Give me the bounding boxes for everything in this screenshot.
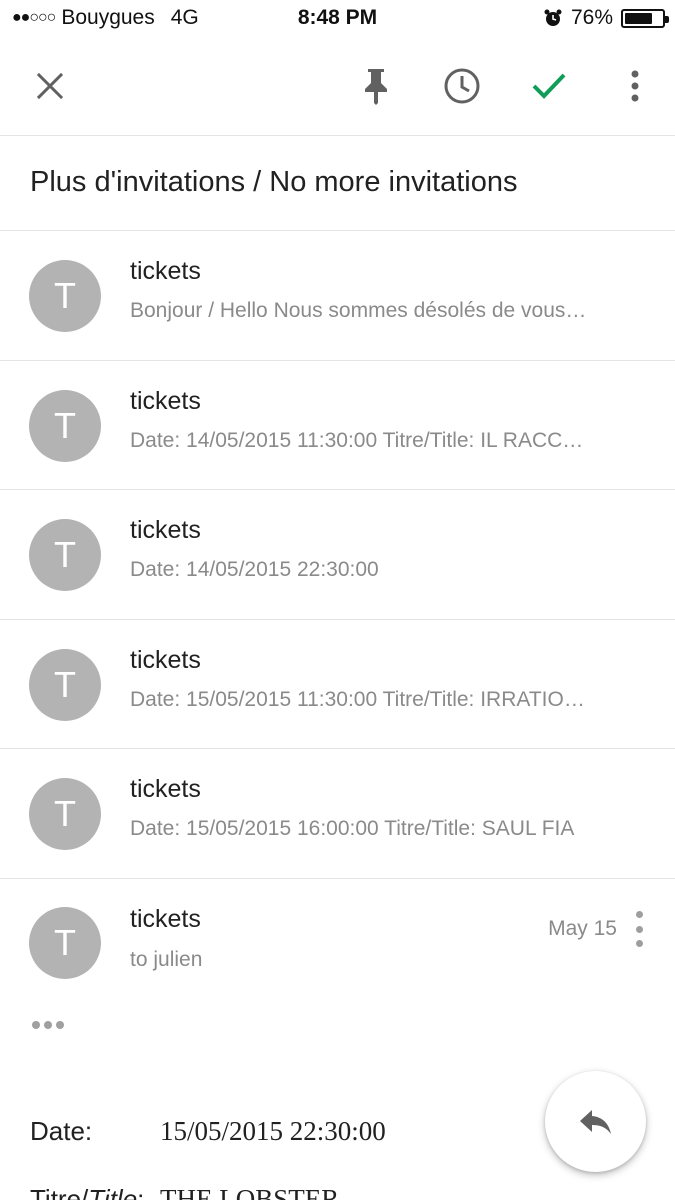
message-snippet: Bonjour / Hello Nous sommes désolés de v… [130,299,587,322]
battery-fill [625,12,653,24]
close-icon [36,72,64,100]
alarm-clock-icon [544,9,562,26]
message-snippet: Date: 15/05/2015 11:30:00 Titre/Title: I… [130,687,585,711]
recipient-details[interactable]: to julien [130,948,202,972]
reply-button[interactable] [545,1071,646,1172]
message-item[interactable]: T tickets Date: 14/05/2015 22:30:00 [0,490,675,620]
clock-icon [444,68,480,104]
battery-percent: 76% [570,6,613,29]
pin-button[interactable] [352,62,400,110]
show-trimmed-content-button[interactable] [32,1021,64,1029]
avatar: T [29,778,101,851]
avatar: T [29,389,101,462]
body-title-label: Titre/Title: [30,1184,145,1200]
body-date-line: Date: 15/05/2015 22:30:00 [30,1116,386,1147]
avatar: T [29,260,101,332]
message-item[interactable]: T tickets Date: 15/05/2015 11:30:00 Titr… [0,620,675,750]
snooze-button[interactable] [438,62,486,110]
message-item[interactable]: T tickets Bonjour / Hello Nous sommes dé… [0,231,675,361]
avatar: T [29,519,101,592]
message-sender: tickets [130,516,201,545]
message-snippet: Date: 15/05/2015 16:00:00 Titre/Title: S… [130,817,575,841]
message-sender: tickets [130,386,201,415]
body-date-value: 15/05/2015 22:30:00 [160,1116,386,1146]
pin-icon [365,69,387,105]
message-more-options-icon[interactable] [631,911,647,947]
message-sender: tickets [130,257,201,285]
conversation-subject: Plus d'invitations / No more invitations [0,136,675,231]
more-vert-icon [631,70,639,102]
message-date: May 15 [548,917,617,940]
conversation-toolbar [0,38,675,136]
avatar: T [29,907,101,979]
avatar: T [29,648,101,721]
done-button[interactable] [525,62,573,110]
message-sender: tickets [130,775,201,804]
close-button[interactable] [26,62,74,110]
body-title-line: Titre/Title: THE LOBSTER [30,1184,339,1200]
subject-title: Plus d'invitations / No more invitations [30,166,518,198]
status-right: 76% [543,6,669,30]
more-options-button[interactable] [611,62,659,110]
message-snippet: Date: 14/05/2015 22:30:00 [130,558,379,582]
body-title-value: THE LOBSTER [160,1184,340,1200]
message-sender: tickets [130,645,201,674]
reply-icon [579,1109,611,1134]
message-item[interactable]: T tickets Date: 15/05/2015 16:00:00 Titr… [0,749,675,879]
message-sender[interactable]: tickets [130,905,201,934]
message-item[interactable]: T tickets Date: 14/05/2015 11:30:00 Titr… [0,361,675,491]
message-list: T tickets Bonjour / Hello Nous sommes dé… [0,231,675,879]
battery-icon [621,8,669,28]
body-date-label: Date: [30,1116,93,1146]
status-bar: ●●○○○ Bouygues 4G 8:48 PM 76% [0,0,675,38]
message-snippet: Date: 14/05/2015 11:30:00 Titre/Title: I… [130,428,584,452]
check-icon [532,73,566,99]
